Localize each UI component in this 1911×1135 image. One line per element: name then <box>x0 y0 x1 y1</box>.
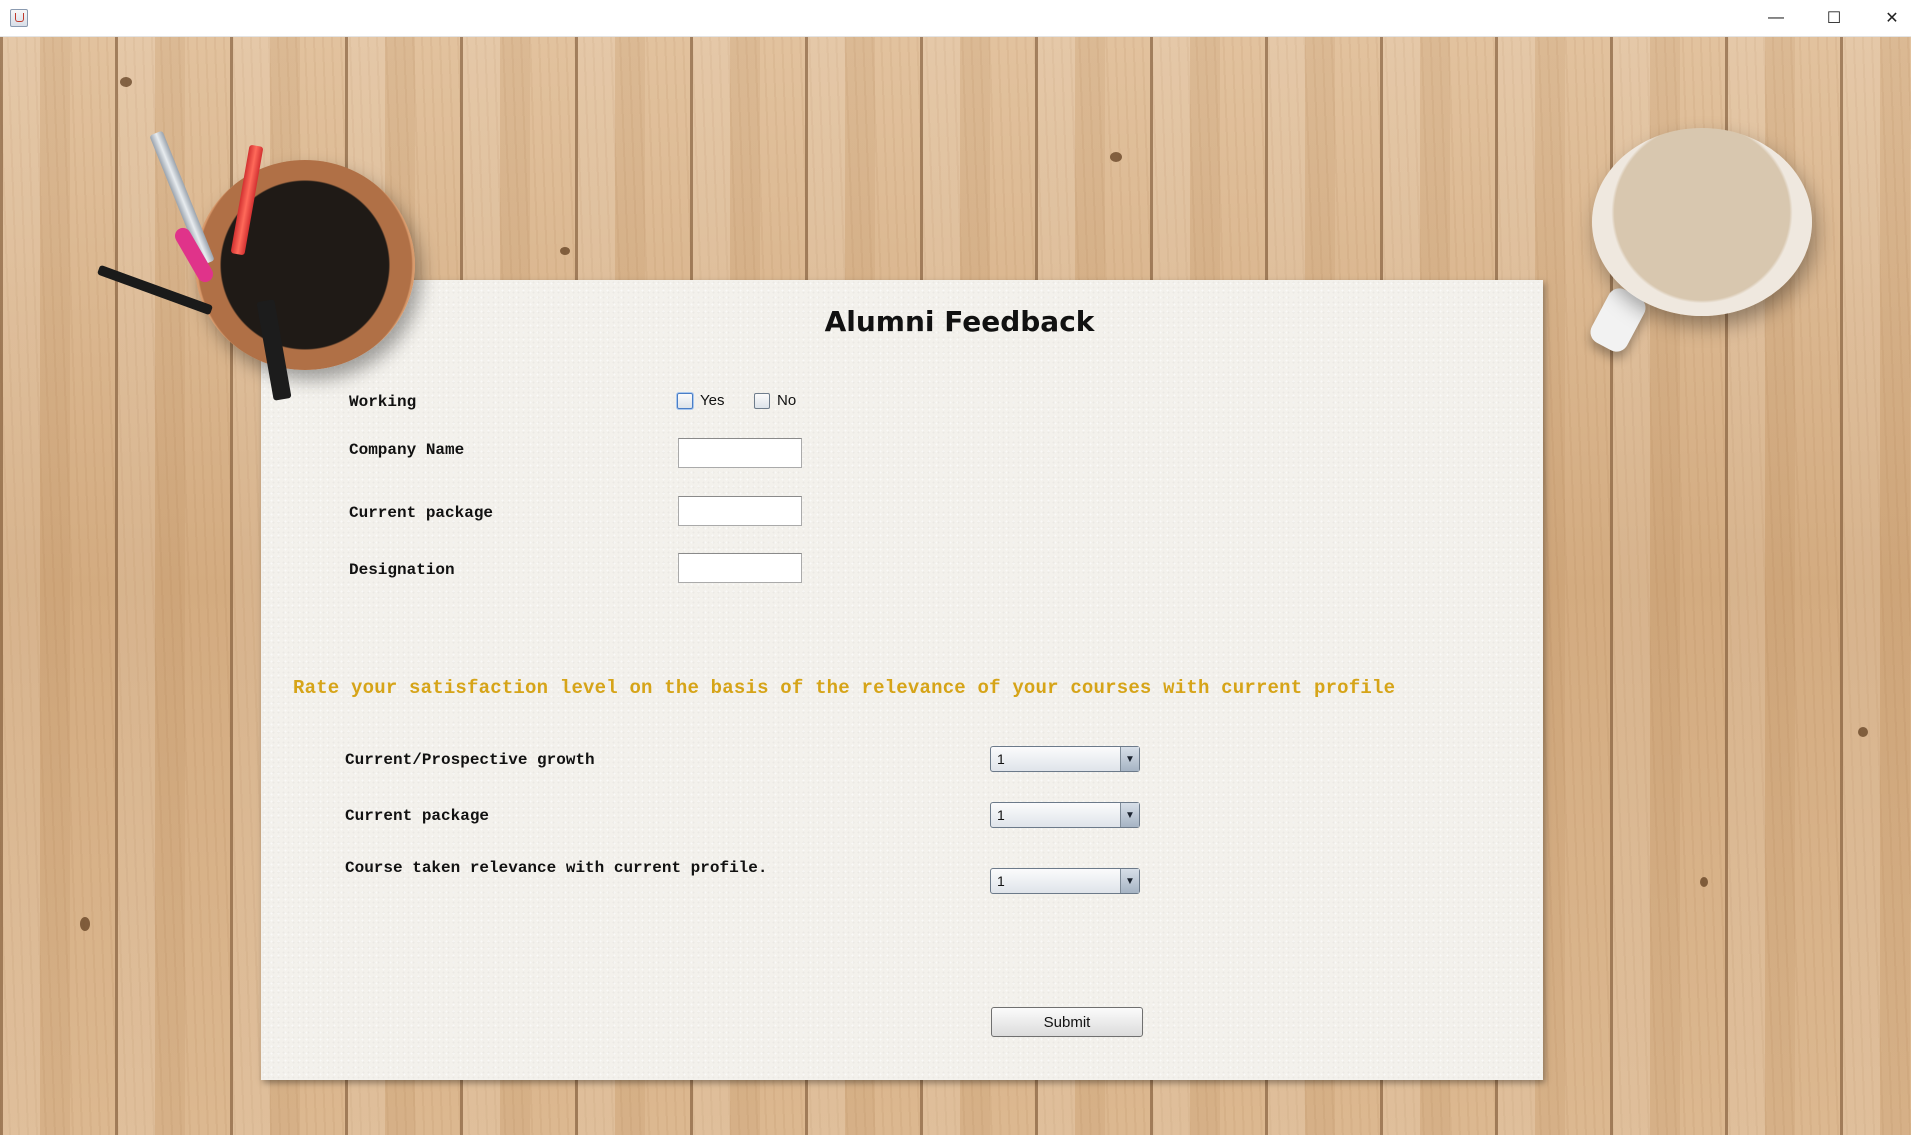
course-relevance-rating-value: 1 <box>997 873 1005 889</box>
package-rating-select[interactable]: 1 ▼ <box>990 802 1140 828</box>
minimize-icon[interactable]: — <box>1747 0 1805 36</box>
course-relevance-rating-select[interactable]: 1 ▼ <box>990 868 1140 894</box>
chevron-down-icon[interactable]: ▼ <box>1120 803 1139 827</box>
growth-rating-select[interactable]: 1 ▼ <box>990 746 1140 772</box>
form-title: Alumni Feedback <box>824 305 1095 338</box>
growth-rating-value: 1 <box>997 751 1005 767</box>
maximize-icon[interactable]: ☐ <box>1805 0 1863 36</box>
close-icon[interactable]: ✕ <box>1863 0 1911 36</box>
app-window: — ☐ ✕ Alumni Feedback Working Yes No Com… <box>0 0 1911 1135</box>
chevron-down-icon[interactable]: ▼ <box>1120 747 1139 771</box>
submit-button[interactable]: Submit <box>991 1007 1143 1037</box>
growth-rating-label: Current/Prospective growth <box>345 751 595 769</box>
coffee-cup-image <box>1592 128 1812 316</box>
designation-field[interactable] <box>678 553 802 583</box>
chevron-down-icon[interactable]: ▼ <box>1120 869 1139 893</box>
java-app-icon <box>10 9 28 27</box>
working-no-checkbox[interactable]: No <box>754 392 796 409</box>
package-rating-label: Current package <box>345 807 490 825</box>
course-relevance-rating-label: Course taken relevance with current prof… <box>345 859 768 877</box>
checkbox-box[interactable] <box>677 392 693 409</box>
package-rating-value: 1 <box>997 807 1005 823</box>
current-package-label: Current package <box>349 504 494 522</box>
working-label: Working <box>349 393 417 411</box>
current-package-field[interactable] <box>678 496 802 526</box>
pencil-cup-image <box>195 160 415 370</box>
satisfaction-question: Rate your satisfaction level on the basi… <box>293 677 1396 699</box>
title-bar: — ☐ ✕ <box>0 0 1911 37</box>
working-no-label: No <box>777 392 797 409</box>
designation-label: Designation <box>349 561 455 579</box>
company-name-field[interactable] <box>678 438 802 468</box>
checkbox-box[interactable] <box>754 392 770 409</box>
working-yes-label: Yes <box>700 392 725 409</box>
working-yes-checkbox[interactable]: Yes <box>677 392 724 409</box>
company-name-label: Company Name <box>349 441 465 459</box>
